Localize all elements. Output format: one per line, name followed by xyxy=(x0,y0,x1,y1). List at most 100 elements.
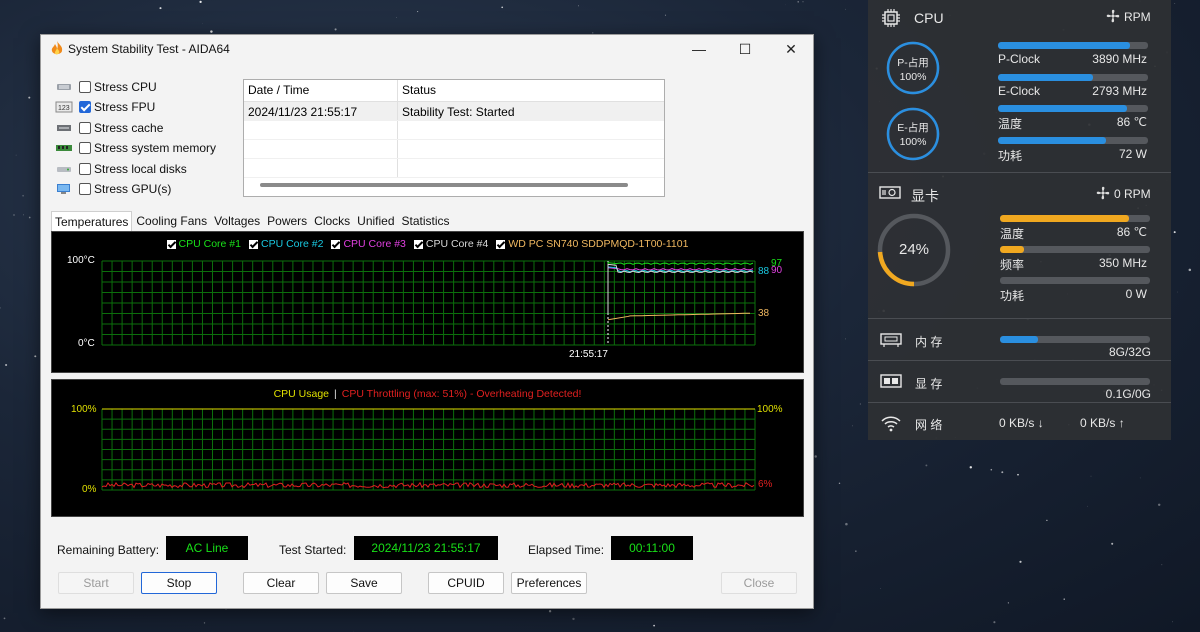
stress-cache-option[interactable]: Stress cache xyxy=(55,119,163,137)
row-datetime: 2024/11/23 21:55:17 xyxy=(244,102,398,120)
stop-button[interactable]: Stop xyxy=(141,572,217,594)
cpu-metric-value: 86 ℃ xyxy=(1116,115,1147,129)
divider xyxy=(868,318,1171,319)
stress-memory-option[interactable]: Stress system memory xyxy=(55,139,216,157)
network-download-value: 0 KB/s xyxy=(999,416,1035,430)
title-bar[interactable]: System Stability Test - AIDA64 — ☐ ✕ xyxy=(41,35,813,63)
tab-clocks[interactable]: Clocks xyxy=(311,211,353,231)
end-value-core2: 88 xyxy=(758,266,770,277)
tab-unified[interactable]: Unified xyxy=(354,211,397,231)
close-window-button[interactable]: ✕ xyxy=(768,35,814,63)
stress-fpu-label: Stress FPU xyxy=(94,100,156,114)
tab-statistics[interactable]: Statistics xyxy=(399,211,453,231)
test-started-label: Test Started: xyxy=(279,543,347,557)
clear-button[interactable]: Clear xyxy=(243,572,319,594)
maximize-button[interactable]: ☐ xyxy=(722,35,768,63)
hardware-monitor-panel: CPU RPM P-占用 100% E-占用 100% P-Clock 3890 … xyxy=(868,0,1171,440)
event-log-table[interactable]: Date / Time Status 2024/11/23 21:55:17 S… xyxy=(243,79,665,197)
fan-icon xyxy=(1106,9,1120,23)
start-button[interactable]: Start xyxy=(58,572,134,594)
gpu-fan-rpm: 0 RPM xyxy=(1114,187,1151,201)
network-upload-value: 0 KB/s xyxy=(1080,416,1116,430)
p-core-ring-value: 100% xyxy=(899,71,927,83)
graphics-card-icon xyxy=(879,186,901,199)
memory-value: 8G/32G xyxy=(1108,345,1151,359)
legend-label: CPU Core #2 xyxy=(260,238,324,250)
stress-fpu-checkbox[interactable] xyxy=(79,101,91,113)
stress-cache-label: Stress cache xyxy=(94,121,164,135)
stress-gpu-checkbox[interactable] xyxy=(79,183,91,195)
legend-item[interactable]: CPU Core #1 xyxy=(166,238,241,250)
cpu-chip-icon xyxy=(882,9,900,27)
legend-checkbox[interactable] xyxy=(248,239,258,249)
preferences-button[interactable]: Preferences xyxy=(511,572,587,594)
vram-value: 0.1G/0G xyxy=(1105,387,1151,401)
stress-disks-checkbox[interactable] xyxy=(79,163,91,175)
battery-value: AC Line xyxy=(166,536,248,560)
column-header-status[interactable]: Status xyxy=(398,80,664,101)
gpu-metric-bar xyxy=(1000,277,1150,284)
cpu-metric-bar xyxy=(998,73,1148,81)
legend-item[interactable]: CPU Core #4 xyxy=(413,238,489,250)
tab-temperatures[interactable]: Temperatures xyxy=(51,211,133,231)
cpuid-button[interactable]: CPUID xyxy=(428,572,504,594)
stress-cache-checkbox[interactable] xyxy=(79,122,91,134)
cpu-metric-label: E-Clock xyxy=(998,83,1041,98)
stress-memory-checkbox[interactable] xyxy=(79,142,91,154)
legend-label: CPU Core #3 xyxy=(343,238,406,250)
memory-module-icon xyxy=(880,333,902,347)
y-axis-top-label: 100°C xyxy=(67,255,95,266)
cpu-metric-value: 3890 MHz xyxy=(1092,52,1147,66)
empty-row xyxy=(244,121,664,140)
stress-fpu-option[interactable]: 123 Stress FPU xyxy=(55,98,155,116)
legend-label: CPU Core #4 xyxy=(425,238,489,250)
table-header: Date / Time Status xyxy=(244,80,664,102)
gpu-section-title: 显卡 xyxy=(911,188,939,204)
cpu-metric-bar-fill xyxy=(998,105,1127,112)
legend-checkbox[interactable] xyxy=(331,239,341,249)
gpu-metric-value: 0 W xyxy=(1125,287,1147,301)
cpu-metric-bar-fill xyxy=(998,42,1130,49)
x-axis-time-label: 21:55:17 xyxy=(569,349,608,360)
cache-icon xyxy=(57,125,71,131)
legend-label: WD PC SN740 SDDPMQD-1T00-1101 xyxy=(508,238,689,250)
legend-item[interactable]: CPU Core #2 xyxy=(248,238,324,250)
legend-checkbox[interactable] xyxy=(413,239,423,249)
close-button[interactable]: Close xyxy=(721,572,797,594)
horizontal-scrollbar[interactable] xyxy=(260,183,628,187)
tab-voltages[interactable]: Voltages xyxy=(211,211,263,231)
gpu-metric-label: 温度 xyxy=(1000,227,1025,241)
table-row[interactable]: 2024/11/23 21:55:17 Stability Test: Star… xyxy=(244,102,664,121)
column-header-datetime[interactable]: Date / Time xyxy=(244,80,398,101)
legend-checkbox[interactable] xyxy=(166,239,176,249)
cpu-metric-bar xyxy=(998,105,1148,112)
upload-arrow-icon: ↑ xyxy=(1118,416,1125,430)
core2-temperature-line xyxy=(607,266,753,314)
usage-legend: CPU Usage | CPU Throttling (max: 51%) - … xyxy=(52,388,803,400)
save-button[interactable]: Save xyxy=(326,572,402,594)
minimize-button[interactable]: — xyxy=(676,35,722,63)
cpu-throttling-line xyxy=(101,481,755,489)
stress-gpu-option[interactable]: Stress GPU(s) xyxy=(55,180,171,198)
legend-checkbox[interactable] xyxy=(496,239,506,249)
memory-usage-bar xyxy=(1000,336,1150,343)
fan-icon xyxy=(1096,186,1110,200)
stress-disks-option[interactable]: Stress local disks xyxy=(55,160,187,178)
tab-powers[interactable]: Powers xyxy=(264,211,310,231)
window-title: System Stability Test - AIDA64 xyxy=(68,42,230,56)
cpu-metric-label: P-Clock xyxy=(998,52,1041,66)
empty-row xyxy=(244,140,664,159)
gpu-metric-value: 86 ℃ xyxy=(1116,225,1147,239)
stress-cpu-option[interactable]: Stress CPU xyxy=(55,78,157,96)
gpu-usage-value: 24% xyxy=(898,241,930,258)
stress-cpu-checkbox[interactable] xyxy=(79,81,91,93)
cpu-chip-icon xyxy=(57,84,71,90)
usage-separator: | xyxy=(334,388,337,400)
ssd-temperature-line xyxy=(607,312,751,321)
legend-item[interactable]: CPU Core #3 xyxy=(331,238,406,250)
tab-cooling-fans[interactable]: Cooling Fans xyxy=(133,211,210,231)
cpu-metric-bar xyxy=(998,136,1148,144)
e-core-ring-value: 100% xyxy=(899,136,927,148)
legend-item[interactable]: WD PC SN740 SDDPMQD-1T00-1101 xyxy=(496,238,688,250)
aida64-window: System Stability Test - AIDA64 — ☐ ✕ Str… xyxy=(40,34,814,609)
